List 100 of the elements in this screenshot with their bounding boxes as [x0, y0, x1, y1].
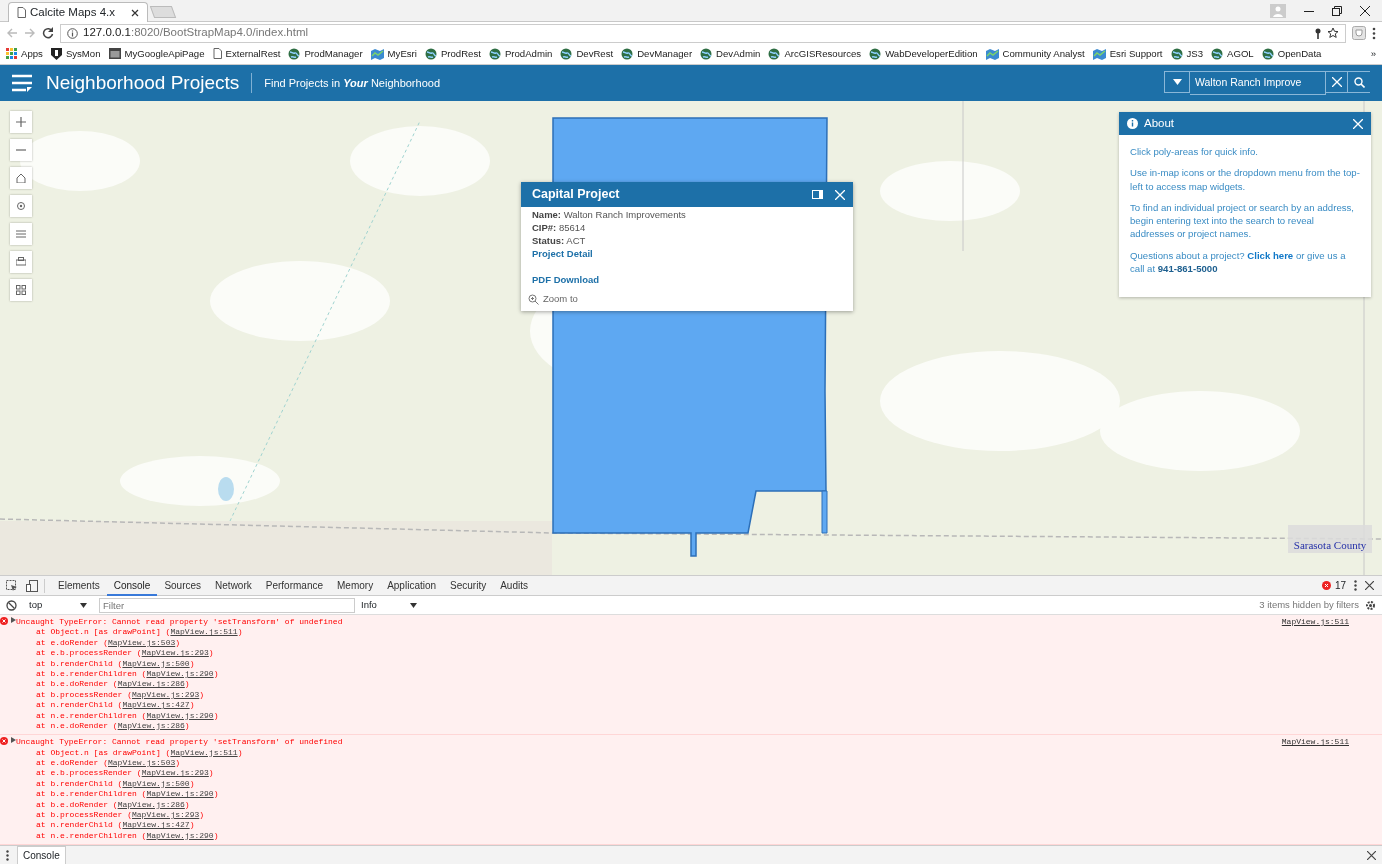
filter-field[interactable]: Filter [99, 597, 355, 613]
clear-console-icon[interactable] [6, 599, 17, 611]
stack-link[interactable]: MapView.js:503 [108, 758, 176, 768]
devtools-tab[interactable]: Performance [258, 575, 330, 596]
stack-line: at b.processRender (MapView.js:293) [35, 689, 206, 701]
reload-icon[interactable] [42, 27, 54, 39]
close-icon[interactable] [1365, 581, 1374, 590]
bookmark[interactable]: JS3 [1170, 46, 1204, 62]
bookmark[interactable]: OpenData [1261, 46, 1322, 62]
bookmark[interactable]: ProdAdmin [488, 46, 553, 62]
bookmark[interactable]: DevManager [621, 46, 693, 62]
devtools-tab[interactable]: Elements [51, 575, 107, 596]
star-icon[interactable] [1327, 27, 1339, 39]
globe-icon [1261, 48, 1274, 60]
search-button[interactable] [1348, 71, 1370, 93]
stack-link[interactable]: MapView.js:290 [146, 789, 214, 799]
popup-link[interactable]: Project Detail [532, 248, 593, 259]
globe-icon [560, 48, 573, 60]
dock-icon[interactable] [812, 190, 823, 199]
device-icon[interactable] [26, 579, 38, 592]
devtools-tab[interactable]: Application [380, 575, 444, 596]
stack-link[interactable]: MapView.js:286 [117, 720, 185, 730]
close-icon[interactable] [131, 8, 139, 17]
error-icon [0, 617, 8, 625]
source-link[interactable]: MapView.js:511 [1281, 617, 1349, 628]
close-icon[interactable] [1360, 6, 1370, 16]
stack-link[interactable]: MapView.js:511 [170, 747, 238, 757]
stack-link[interactable]: MapView.js:290 [146, 710, 214, 720]
expand-icon[interactable] [11, 737, 16, 744]
search-field[interactable]: Walton Ranch Improve [1190, 71, 1326, 95]
bookmark[interactable]: ArcGISResources [768, 46, 862, 62]
address-text: 127.0.0.1:8020/BootStrapMap4.0/index.html [83, 25, 310, 41]
expand-icon[interactable] [11, 617, 16, 623]
stack-link[interactable]: MapView.js:427 [122, 700, 190, 710]
stack-line: at e.b.processRender (MapView.js:293) [35, 648, 215, 659]
stack-line: at b.e.doRender (MapView.js:286) [35, 679, 191, 690]
bookmark[interactable]: MyEsri [370, 46, 417, 62]
devtools-tab[interactable]: Security [443, 575, 494, 596]
print-button[interactable] [10, 251, 32, 273]
browser-tab[interactable]: Calcite Maps 4.x [8, 2, 148, 22]
globe-icon [424, 48, 437, 60]
stack-link[interactable]: MapView.js:293 [141, 768, 209, 778]
level-select[interactable]: Info [361, 597, 417, 613]
devtools-tab[interactable]: Network [208, 575, 259, 596]
bookmark[interactable]: DevRest [560, 46, 614, 62]
bookmark[interactable]: MyGoogleApiPage [108, 46, 205, 62]
stack-link[interactable]: MapView.js:286 [117, 679, 185, 689]
stack-link[interactable]: MapView.js:290 [146, 668, 214, 678]
drawer-tab[interactable]: Console [17, 845, 66, 864]
clear-button[interactable] [1326, 71, 1348, 93]
stack-link[interactable]: MapView.js:286 [117, 799, 185, 809]
stack-link[interactable]: MapView.js:511 [170, 627, 238, 637]
key-icon[interactable] [1314, 27, 1322, 39]
locate-button[interactable] [10, 195, 32, 217]
dropdown-button[interactable] [1164, 71, 1190, 93]
devtools-tab[interactable]: Console [106, 575, 158, 596]
zoom-in-button[interactable] [10, 111, 32, 133]
bookmark[interactable]: AGOL [1211, 46, 1254, 62]
source-link[interactable]: MapView.js:511 [1281, 737, 1349, 748]
stack-link[interactable]: MapView.js:500 [122, 658, 190, 668]
bookmark[interactable]: ProdRest [424, 46, 481, 62]
close-icon[interactable] [1367, 850, 1376, 860]
contact-link[interactable]: Click here [1247, 249, 1294, 261]
devtools-tab[interactable]: Memory [330, 575, 381, 596]
bookmark[interactable]: ProdManager [288, 46, 363, 62]
bookmark[interactable]: Community Analyst [985, 46, 1085, 62]
restore-icon[interactable] [1332, 6, 1342, 16]
menu-icon[interactable] [12, 74, 32, 92]
devtools-tab[interactable]: Sources [157, 575, 209, 596]
bookmark[interactable]: DevAdmin [700, 46, 761, 62]
globe-icon [768, 48, 781, 60]
stack-link[interactable]: MapView.js:427 [122, 820, 190, 830]
bookmark[interactable]: SysMon [50, 46, 101, 62]
stack-link[interactable]: MapView.js:503 [108, 637, 176, 647]
menu-icon[interactable] [1372, 26, 1376, 40]
bookmark[interactable]: Apps [6, 46, 43, 62]
address-bar[interactable]: 127.0.0.1:8020/BootStrapMap4.0/index.html [60, 23, 1346, 43]
context-select[interactable]: top [29, 597, 87, 613]
more-bookmarks-button[interactable]: » [1370, 46, 1376, 62]
error-count[interactable]: 17 [1321, 578, 1346, 593]
settings-icon[interactable] [1365, 599, 1376, 611]
stack-link[interactable]: MapView.js:293 [141, 648, 209, 658]
stack-link[interactable]: MapView.js:500 [122, 778, 190, 788]
grid-icon [16, 285, 26, 295]
popup-link[interactable]: PDF Download [532, 274, 600, 285]
globe-icon [1170, 48, 1183, 60]
stack-link[interactable]: MapView.js:293 [132, 810, 200, 820]
devtools-tab[interactable]: Audits [493, 575, 535, 596]
stack-link[interactable]: MapView.js:290 [146, 830, 214, 840]
bookmark[interactable]: ExternalRest [212, 46, 281, 62]
inspect-icon[interactable] [6, 579, 18, 592]
globe-icon [700, 48, 713, 60]
bookmark[interactable]: Esri Support [1092, 46, 1163, 62]
bookmark[interactable]: WabDeveloperEdition [869, 46, 978, 62]
menu-icon[interactable] [1354, 580, 1357, 591]
stack-link[interactable]: MapView.js:293 [132, 689, 200, 699]
menu-icon[interactable] [6, 849, 9, 861]
stack-line: at b.e.renderChildren (MapView.js:290) [35, 668, 220, 680]
zoom-to-button[interactable]: Zoom to [521, 290, 853, 312]
grid-button[interactable] [10, 279, 32, 301]
